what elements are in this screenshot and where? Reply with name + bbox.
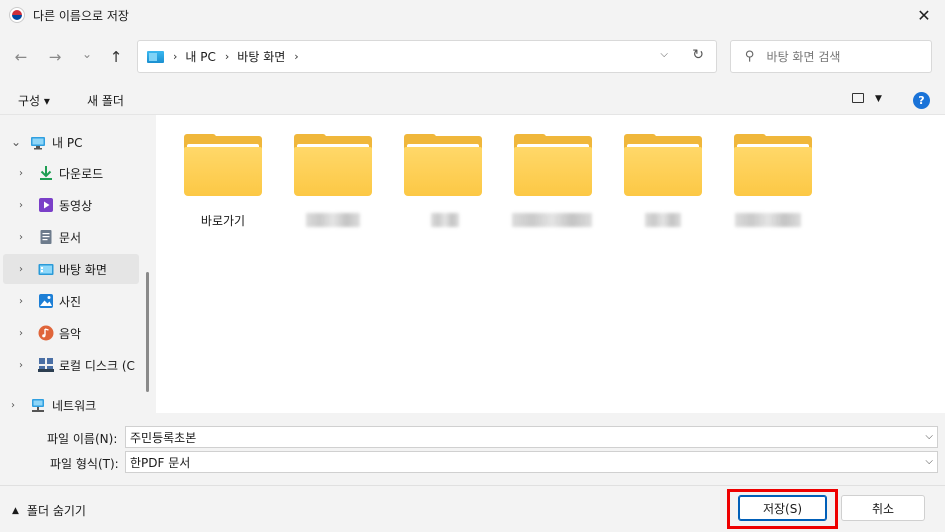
sidebar-item-label: 음악 [59,326,82,341]
expand-chevron-icon[interactable]: › [19,232,23,243]
hide-folders-label: 폴더 숨기기 [26,504,86,518]
sidebar-item-local-disk[interactable]: › 로컬 디스크 (C [0,350,140,380]
document-icon [38,229,54,245]
filename-input[interactable]: 주민등록초본 ⌵ [125,426,938,448]
expand-chevron-icon[interactable]: › [19,296,23,307]
pc-icon [147,50,164,63]
back-arrow-icon[interactable]: ← [9,45,33,69]
disk-icon [38,357,54,373]
sidebar-item-pictures[interactable]: › 사진 [0,286,140,316]
sidebar-item-label: 내 PC [52,135,83,150]
blurred-folder-name [735,213,801,227]
pictures-icon [38,293,54,309]
filename-label: 파일 이름(N): [47,432,118,446]
pc-icon [30,135,46,151]
expand-chevron-icon[interactable]: › [11,400,15,411]
sidebar-item-desktop[interactable]: › 바탕 화면 [3,254,139,284]
desktop-icon [38,262,54,278]
help-icon[interactable]: ? [913,92,930,109]
expand-chevron-icon[interactable]: › [19,360,23,371]
forward-arrow-icon[interactable]: → [43,45,67,69]
cancel-button[interactable]: 취소 [841,495,925,521]
folder-name: 바로가기 [200,214,246,228]
network-icon [30,397,46,413]
blurred-folder-name [645,213,681,227]
view-options-icon[interactable] [852,93,864,103]
address-dropdown-icon[interactable]: ⌵ [660,49,668,60]
sidebar-item-label: 다운로드 [59,166,104,181]
sidebar-item-documents[interactable]: › 문서 [0,222,140,252]
filetype-dropdown-icon[interactable]: ⌵ [925,456,933,467]
sidebar-item-label: 바탕 화면 [59,262,107,277]
filetype-value: 한PDF 문서 [130,455,191,470]
organize-button[interactable]: 구성 ▾ [18,92,50,109]
sidebar-item-label: 문서 [59,230,82,245]
sidebar-item-label: 네트워크 [52,398,97,413]
new-folder-button[interactable]: 새 폴더 [87,92,124,109]
breadcrumb-separator-icon[interactable]: › [173,50,177,63]
breadcrumb-my-pc[interactable]: 내 PC [185,48,215,65]
sidebar-scrollbar[interactable] [146,272,149,392]
search-box[interactable]: ⚲ 바탕 화면 검색 [730,40,932,73]
filetype-label: 파일 형식(T): [50,457,119,471]
blurred-folder-name [512,213,592,227]
expand-chevron-icon[interactable]: › [19,168,23,179]
expand-chevron-icon[interactable]: ⌄ [11,135,21,149]
sidebar-item-label: 사진 [59,294,82,309]
sidebar-item-label: 동영상 [59,198,93,213]
sidebar-item-downloads[interactable]: › 다운로드 [0,158,140,188]
refresh-icon[interactable]: ↻ [692,47,704,63]
close-icon[interactable]: ✕ [909,2,939,28]
sidebar-item-my-pc[interactable]: ⌄ 내 PC [0,127,140,157]
taeguk-app-icon [9,7,25,23]
blurred-folder-name [431,213,459,227]
hide-folders-button[interactable]: ▲ 폴더 숨기기 [12,502,86,519]
dialog-footer: ▲ 폴더 숨기기 저장(S) 취소 [0,485,945,532]
up-arrow-icon[interactable]: ↑ [104,45,128,69]
file-list-view: 바로가기 [156,115,945,413]
blurred-folder-name [306,213,360,227]
breadcrumb-separator-icon[interactable]: › [225,50,229,63]
sidebar-item-music[interactable]: › 음악 [0,318,140,348]
sidebar-item-label: 로컬 디스크 (C [59,358,135,373]
download-icon [38,165,54,181]
title-bar: 다른 이름으로 저장 ✕ [0,0,945,30]
address-bar[interactable]: › 내 PC › 바탕 화면 › ⌵ ↻ [137,40,717,73]
expand-chevron-icon[interactable]: › [19,264,23,275]
recent-locations-chevron-icon[interactable]: ⌄ [75,42,99,66]
expand-chevron-icon[interactable]: › [19,200,23,211]
navigation-pane: ⌄ 내 PC › 다운로드 › 동영상 › 문서 › 바탕 화면 › 사진 › … [0,115,156,413]
sidebar-item-videos[interactable]: › 동영상 [0,190,140,220]
chevron-up-icon: ▲ [12,505,19,516]
view-dropdown-icon[interactable]: ▼ [875,94,882,104]
breadcrumb-separator-icon[interactable]: › [294,50,298,63]
navigation-bar: ← → ⌄ ↑ › 내 PC › 바탕 화면 › ⌵ ↻ ⚲ 바탕 화면 검색 [0,30,945,84]
search-placeholder: 바탕 화면 검색 [766,50,841,64]
filetype-select[interactable]: 한PDF 문서 ⌵ [125,451,938,473]
save-fields-panel: 파일 이름(N): 주민등록초본 ⌵ 파일 형식(T): 한PDF 문서 ⌵ [0,413,945,485]
sidebar-item-network[interactable]: › 네트워크 [0,390,140,413]
filename-value: 주민등록초본 [130,430,197,445]
breadcrumb-desktop[interactable]: 바탕 화면 [237,48,285,65]
music-icon [38,325,54,341]
search-icon: ⚲ [745,49,755,64]
folder-item[interactable]: 바로가기 [183,134,263,234]
expand-chevron-icon[interactable]: › [19,328,23,339]
command-toolbar: 구성 ▾ 새 폴더 ▼ ? [0,84,945,115]
video-icon [38,197,54,213]
save-button[interactable]: 저장(S) [738,495,827,521]
filename-dropdown-icon[interactable]: ⌵ [925,431,933,442]
window-title: 다른 이름으로 저장 [33,8,129,23]
